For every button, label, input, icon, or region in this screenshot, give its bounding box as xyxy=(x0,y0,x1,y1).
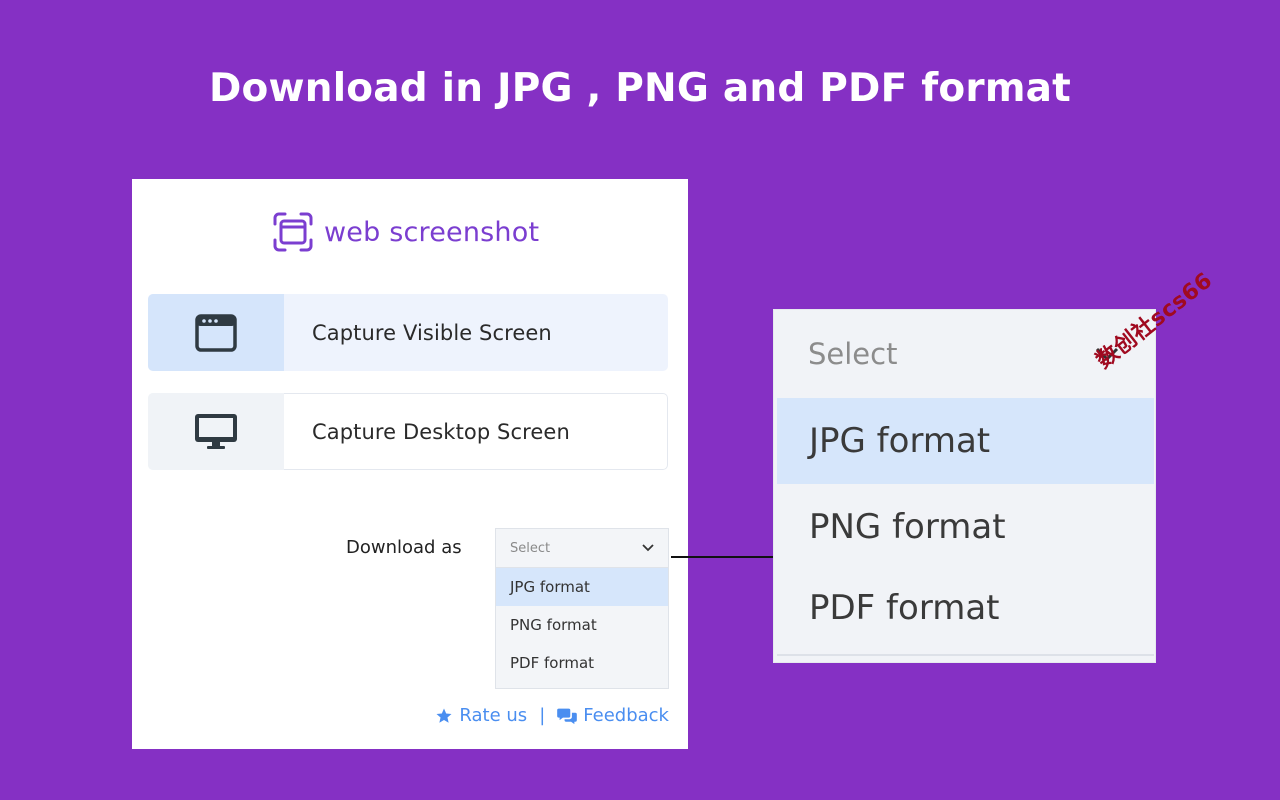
option-pdf-format[interactable]: PDF format xyxy=(496,644,668,682)
zoomed-select-value: Select xyxy=(808,337,898,371)
capture-visible-screen-button[interactable]: Capture Visible Screen xyxy=(148,294,668,371)
extension-popup: web screenshot Capture Visible Screen Ca… xyxy=(132,179,688,749)
connector-line xyxy=(671,556,774,558)
capture-desktop-screen-label: Capture Desktop Screen xyxy=(284,393,668,470)
monitor-icon xyxy=(195,413,237,449)
chevron-down-icon xyxy=(642,544,654,552)
brand-logo: web screenshot xyxy=(272,212,539,252)
browser-window-icon xyxy=(195,313,237,352)
format-select-value: Select xyxy=(510,540,551,556)
footer-separator: | xyxy=(539,705,546,726)
download-as-label: Download as xyxy=(346,537,462,558)
capture-visible-screen-label: Capture Visible Screen xyxy=(312,320,552,345)
footer-links: Rate us | Feedback xyxy=(435,705,669,726)
chat-bubbles-icon xyxy=(557,708,578,724)
format-select[interactable]: Select xyxy=(495,528,669,568)
rate-us-link[interactable]: Rate us xyxy=(435,705,527,726)
brand-name: web screenshot xyxy=(324,216,540,248)
option-png-format[interactable]: PNG format xyxy=(496,606,668,644)
zoomed-divider xyxy=(777,654,1154,656)
option-jpg-format[interactable]: JPG format xyxy=(496,568,668,606)
feedback-label: Feedback xyxy=(583,705,669,726)
feedback-link[interactable]: Feedback xyxy=(557,705,669,726)
zoomed-option-jpg-format: JPG format xyxy=(777,398,1154,484)
capture-desktop-screen-button[interactable]: Capture Desktop Screen xyxy=(148,393,668,470)
frame-capture-icon xyxy=(273,212,313,252)
page-headline: Download in JPG , PNG and PDF format xyxy=(208,66,1072,111)
format-dropdown: JPG format PNG format PDF format xyxy=(495,568,669,689)
zoomed-option-pdf-format: PDF format xyxy=(809,588,1000,628)
rate-us-label: Rate us xyxy=(459,705,528,726)
star-icon xyxy=(436,708,452,723)
zoomed-option-png-format: PNG format xyxy=(809,507,1006,547)
